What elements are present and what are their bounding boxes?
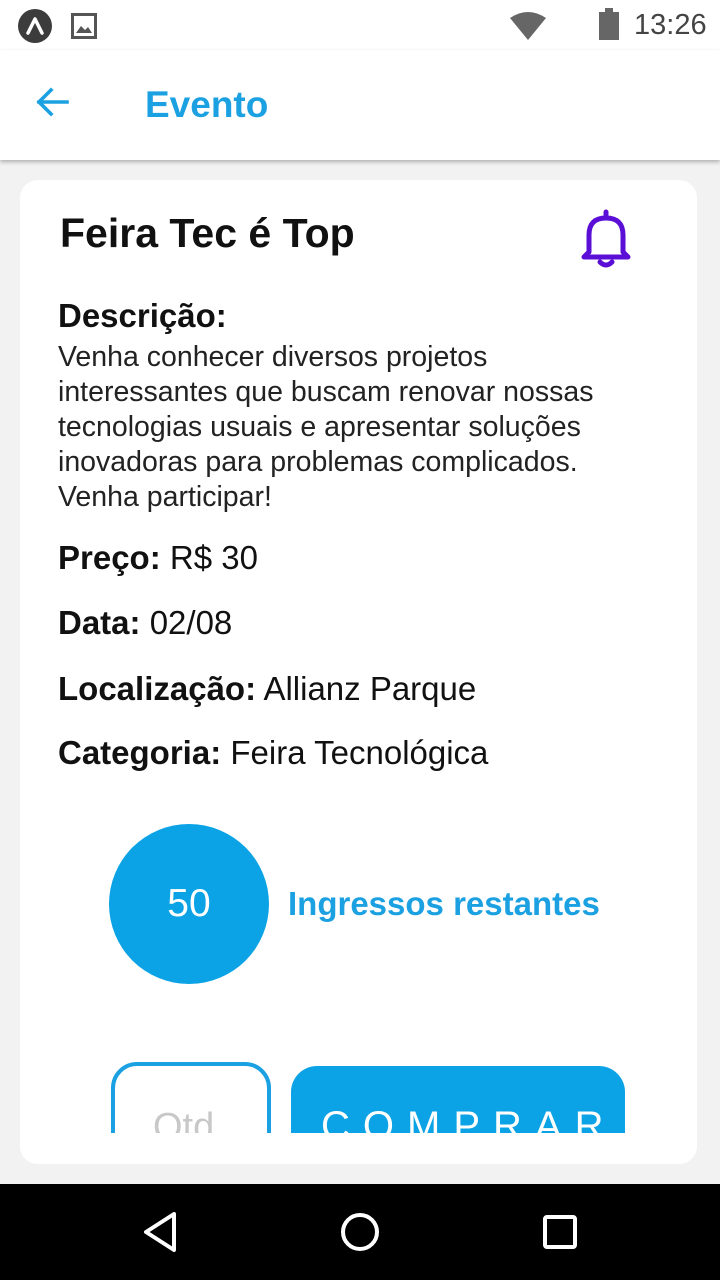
nav-home-button[interactable] xyxy=(334,1206,386,1258)
system-nav-bar xyxy=(0,1184,720,1280)
nav-back-button[interactable] xyxy=(134,1206,186,1258)
home-circle-icon xyxy=(341,1213,379,1251)
category-value: Feira Tecnológica xyxy=(230,734,489,771)
wifi-icon xyxy=(510,12,546,45)
page-title: Evento xyxy=(145,84,269,125)
date-row: Data: 02/08 xyxy=(58,604,232,642)
card-bottom-padding xyxy=(20,1133,697,1164)
back-triangle-icon xyxy=(144,1212,176,1252)
event-card: Feira Tec é Top Descrição: Venha conhece… xyxy=(20,180,697,1164)
status-time: 13:26 xyxy=(634,9,707,41)
nav-recents-button[interactable] xyxy=(534,1206,586,1258)
recents-square-icon xyxy=(543,1215,577,1249)
battery-icon xyxy=(598,8,620,45)
location-label: Localização: xyxy=(58,670,257,707)
status-bar: 13:26 xyxy=(0,0,720,50)
price-label: Preço: xyxy=(58,539,161,576)
arrow-left-icon xyxy=(36,87,69,117)
description-label: Descrição: xyxy=(58,297,227,334)
location-row: Localização: Allianz Parque xyxy=(58,670,476,708)
location-value: Allianz Parque xyxy=(263,670,477,707)
event-title: Feira Tec é Top xyxy=(60,210,355,256)
tickets-count-badge: 50 xyxy=(109,824,269,984)
category-row: Categoria: Feira Tecnológica xyxy=(58,734,488,772)
description-text: Venha conhecer diversos projetos interes… xyxy=(58,341,594,513)
price-row: Preço: R$ 30 xyxy=(58,539,258,577)
category-label: Categoria: xyxy=(58,734,222,771)
image-notification-icon xyxy=(71,13,97,44)
date-label: Data: xyxy=(58,604,141,641)
app-bar: Evento xyxy=(0,50,720,160)
tickets-count: 50 xyxy=(167,882,211,925)
back-button[interactable] xyxy=(24,74,80,130)
date-value: 02/08 xyxy=(149,604,233,641)
app-notification-icon xyxy=(18,9,52,43)
price-value: R$ 30 xyxy=(169,539,258,576)
tickets-label: Ingressos restantes xyxy=(288,885,600,922)
bell-icon xyxy=(581,209,631,268)
notify-button[interactable] xyxy=(578,208,634,270)
